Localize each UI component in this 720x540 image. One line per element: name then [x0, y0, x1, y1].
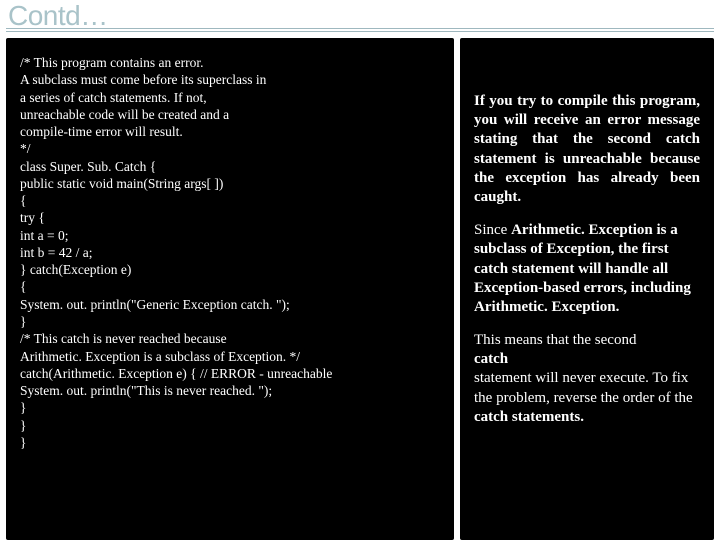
code-line: {: [20, 192, 440, 209]
code-line: class Super. Sub. Catch {: [20, 158, 440, 175]
text-run: Since: [474, 222, 511, 238]
code-line: /* This program contains an error.: [20, 54, 440, 71]
code-panel: /* This program contains an error. A sub…: [6, 38, 454, 540]
code-line: unreachable code will be created and a: [20, 106, 440, 123]
code-line: }: [20, 434, 440, 451]
code-line: compile-time error will result.: [20, 123, 440, 140]
title-underline: [6, 28, 714, 32]
text-run: statement will never execute. To fix the…: [474, 370, 693, 405]
code-line: */: [20, 140, 440, 157]
code-line: A subclass must come before its supercla…: [20, 71, 440, 88]
code-line: System. out. println("Generic Exception …: [20, 296, 440, 313]
code-line: }: [20, 399, 440, 416]
code-line: } catch(Exception e): [20, 261, 440, 278]
code-line: public static void main(String args[ ]): [20, 175, 440, 192]
text-run: Arithmetic. Exception.: [474, 299, 619, 315]
slide-header: Contd…: [0, 0, 720, 34]
code-line: try {: [20, 209, 440, 226]
code-line: int a = 0;: [20, 227, 440, 244]
text-run: catch: [474, 351, 508, 367]
code-line: Arithmetic. Exception is a subclass of E…: [20, 348, 440, 365]
code-line: int b = 42 / a;: [20, 244, 440, 261]
explanation-paragraph: This means that the second catch stateme…: [474, 331, 700, 427]
code-line: {: [20, 278, 440, 295]
slide-content: /* This program contains an error. A sub…: [0, 34, 720, 540]
explanation-paragraph: Since Arithmetic. Exception is a subclas…: [474, 221, 700, 317]
code-line: a series of catch statements. If not,: [20, 89, 440, 106]
code-line: }: [20, 313, 440, 330]
explanation-paragraph: If you try to compile this program, you …: [474, 92, 700, 207]
text-run: Exception-based errors, including: [474, 280, 691, 296]
code-line: /* This catch is never reached because: [20, 330, 440, 347]
code-line: System. out. println("This is never reac…: [20, 382, 440, 399]
text-run: This means that the second: [474, 332, 636, 348]
code-line: catch(Arithmetic. Exception e) { // ERRO…: [20, 365, 440, 382]
text-run: Arithmetic. Exception: [511, 222, 656, 238]
code-line: }: [20, 417, 440, 434]
explanation-panel: If you try to compile this program, you …: [460, 38, 714, 540]
text-run: catch statements.: [474, 409, 584, 425]
